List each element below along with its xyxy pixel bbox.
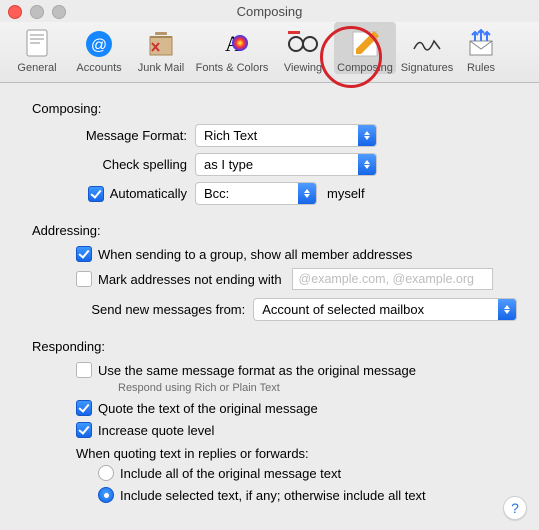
send-from-select[interactable]: Account of selected mailbox [253, 298, 517, 321]
updown-arrows-icon [298, 183, 316, 204]
toolbar-tab-general[interactable]: General [6, 22, 68, 74]
rules-icon [458, 26, 504, 62]
mark-addresses-checkbox[interactable] [76, 271, 92, 287]
help-button[interactable]: ? [503, 496, 527, 520]
minimize-window-button[interactable] [30, 5, 44, 19]
section-title-responding: Responding: [32, 339, 517, 354]
send-from-label: Send new messages from: [22, 302, 253, 317]
close-window-button[interactable] [8, 5, 22, 19]
toolbar-label: Fonts & Colors [192, 62, 272, 74]
include-all-label: Include all of the original message text [120, 466, 341, 481]
same-format-checkbox[interactable] [76, 362, 92, 378]
include-all-radio[interactable] [98, 465, 114, 481]
automatically-checkbox[interactable] [88, 186, 104, 202]
preferences-toolbar: General @ Accounts Junk Mail A Fonts & C… [0, 22, 539, 83]
toolbar-label: Junk Mail [130, 62, 192, 74]
titlebar: Composing [0, 0, 539, 22]
check-spelling-label: Check spelling [22, 157, 195, 172]
zoom-window-button[interactable] [52, 5, 66, 19]
select-value: Account of selected mailbox [254, 302, 498, 317]
composing-icon [334, 26, 396, 62]
increase-quote-level-label: Increase quote level [98, 423, 214, 438]
toolbar-label: Composing [334, 62, 396, 74]
window-title: Composing [0, 4, 539, 19]
automatically-suffix: myself [327, 186, 365, 201]
message-format-select[interactable]: Rich Text [195, 124, 377, 147]
toolbar-tab-composing[interactable]: Composing [334, 22, 396, 74]
mark-addresses-domains-field[interactable]: @example.com, @example.org [292, 268, 493, 290]
preferences-content: Composing: Message Format: Rich Text Che… [0, 83, 539, 503]
toolbar-label: General [6, 62, 68, 74]
when-quoting-label: When quoting text in replies or forwards… [76, 446, 517, 461]
updown-arrows-icon [498, 299, 516, 320]
accounts-icon: @ [68, 26, 130, 62]
updown-arrows-icon [358, 154, 376, 175]
increase-quote-level-checkbox[interactable] [76, 422, 92, 438]
fonts-colors-icon: A [192, 26, 272, 62]
select-value: Rich Text [196, 128, 358, 143]
toolbar-tab-accounts[interactable]: @ Accounts [68, 22, 130, 74]
same-format-label: Use the same message format as the origi… [98, 363, 416, 378]
toolbar-tab-signatures[interactable]: Signatures [396, 22, 458, 74]
toolbar-tab-junk-mail[interactable]: Junk Mail [130, 22, 192, 74]
quote-text-label: Quote the text of the original message [98, 401, 318, 416]
section-title-addressing: Addressing: [32, 223, 517, 238]
automatically-field-select[interactable]: Bcc: [195, 182, 317, 205]
toolbar-label: Rules [458, 62, 504, 74]
group-addresses-checkbox[interactable] [76, 246, 92, 262]
updown-arrows-icon [358, 125, 376, 146]
toolbar-tab-rules[interactable]: Rules [458, 22, 504, 74]
toolbar-label: Viewing [272, 62, 334, 74]
mark-addresses-label: Mark addresses not ending with [98, 272, 282, 287]
select-value: Bcc: [196, 186, 298, 201]
include-selected-label: Include selected text, if any; otherwise… [120, 488, 426, 503]
same-format-sub: Respond using Rich or Plain Text [118, 382, 517, 394]
signatures-icon [396, 26, 458, 62]
toolbar-tab-viewing[interactable]: Viewing [272, 22, 334, 74]
section-title-composing: Composing: [32, 101, 517, 116]
message-format-label: Message Format: [22, 128, 195, 143]
svg-text:@: @ [91, 37, 107, 54]
toolbar-label: Signatures [396, 62, 458, 74]
general-icon [6, 26, 68, 62]
select-value: as I type [196, 157, 358, 172]
automatically-label: Automatically [110, 186, 187, 201]
viewing-icon [272, 26, 334, 62]
include-selected-radio[interactable] [98, 487, 114, 503]
help-label: ? [511, 500, 519, 516]
window-controls [8, 5, 66, 19]
quote-text-checkbox[interactable] [76, 400, 92, 416]
toolbar-tab-fonts-colors[interactable]: A Fonts & Colors [192, 22, 272, 74]
group-addresses-label: When sending to a group, show all member… [98, 247, 412, 262]
junk-mail-icon [130, 26, 192, 62]
check-spelling-select[interactable]: as I type [195, 153, 377, 176]
toolbar-label: Accounts [68, 62, 130, 74]
